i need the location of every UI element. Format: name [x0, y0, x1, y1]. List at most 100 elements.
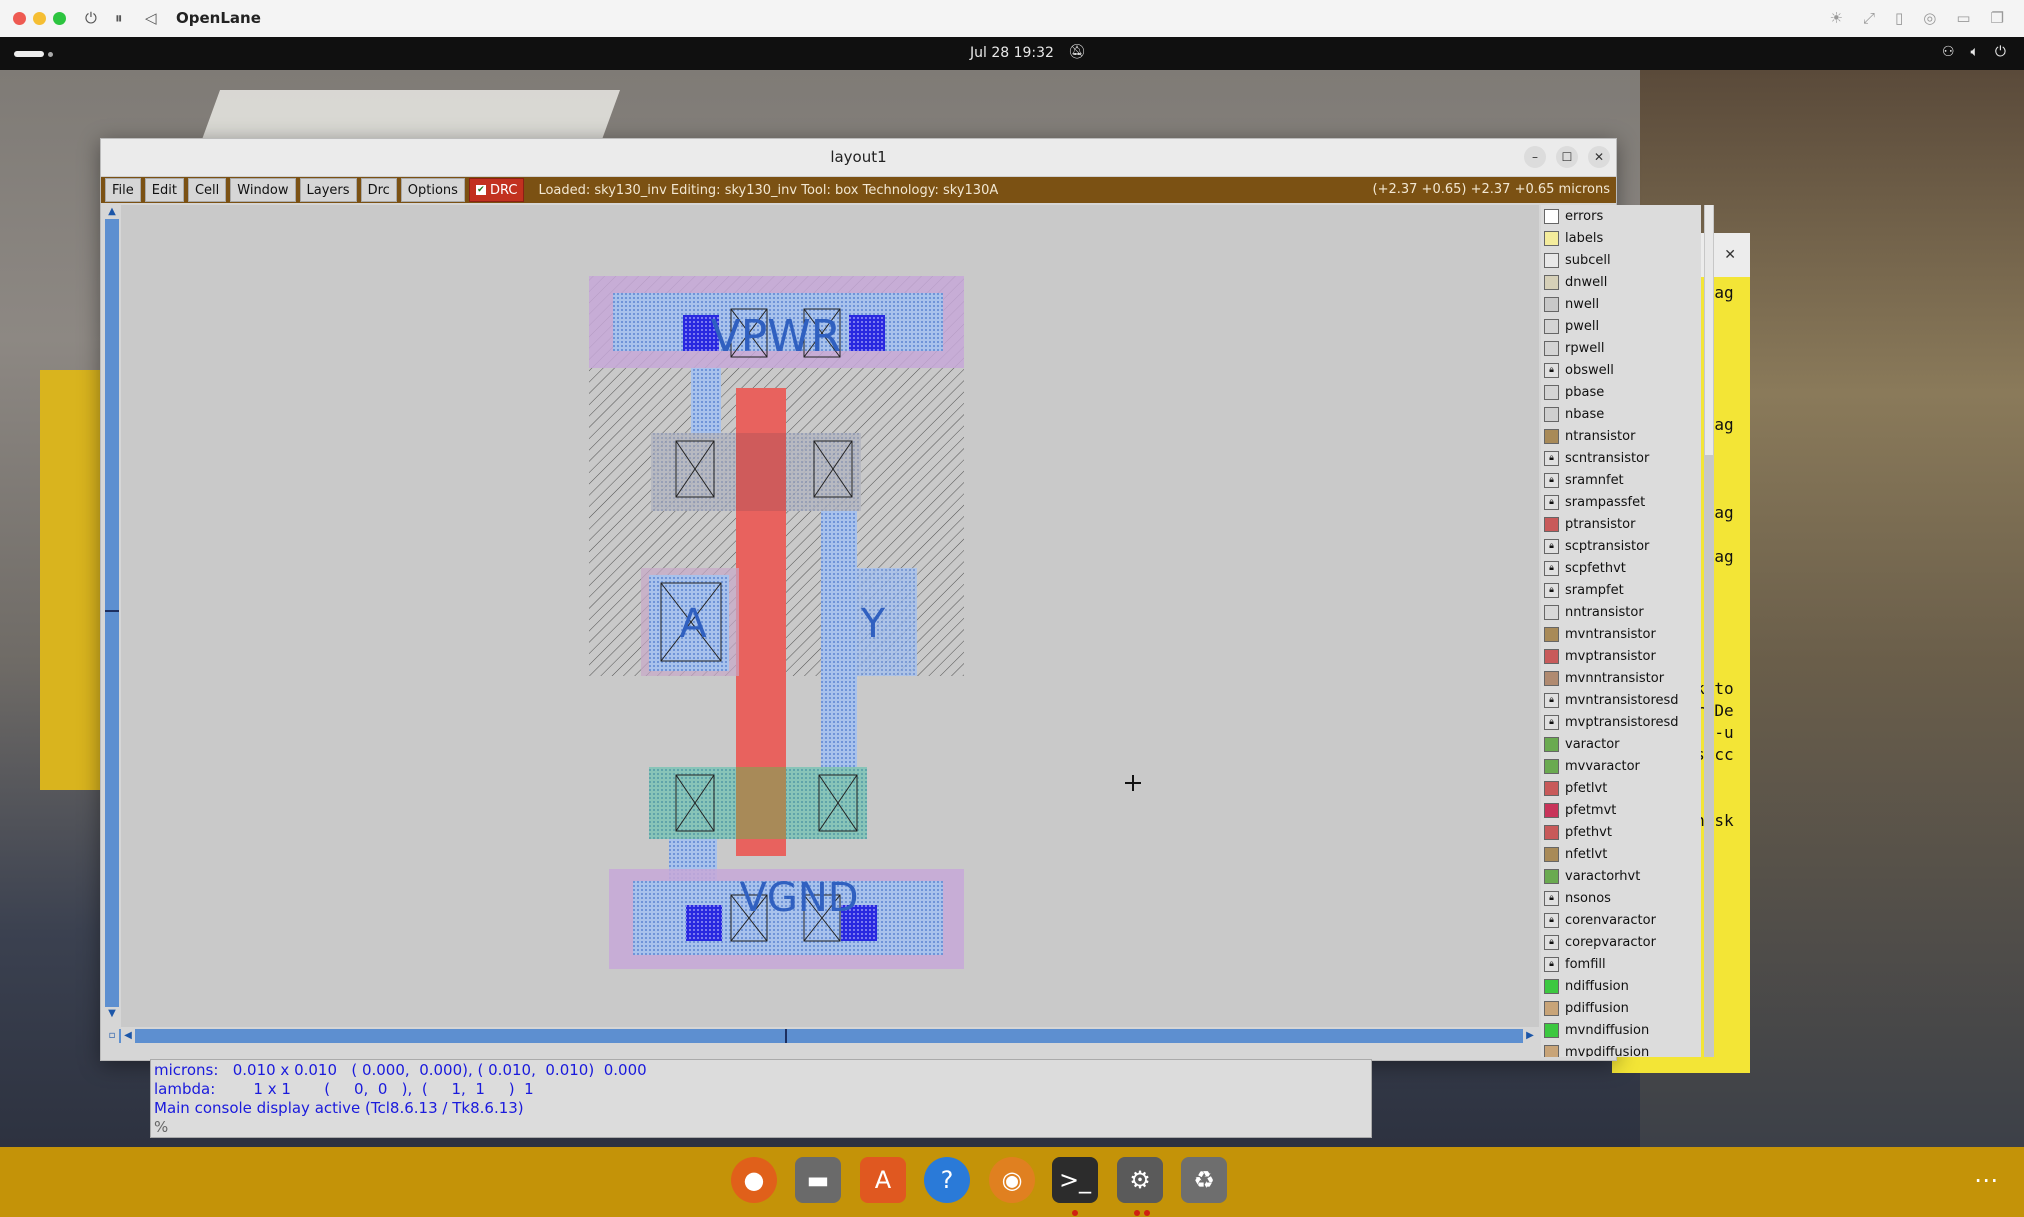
layout-window[interactable]: layout1 – ☐ ✕ File Edit Cell Window Laye… [100, 138, 1714, 1061]
layout-drawing[interactable]: VPWR A Y VGND [121, 205, 1539, 1027]
scroll-left-icon[interactable]: ◀ [121, 1029, 135, 1043]
layer-corepvaractor[interactable]: 🔒︎ corepvaractor [1541, 931, 1701, 953]
clock[interactable]: Jul 28 19:32 [970, 45, 1054, 61]
layer-ntransistor[interactable]: ntransistor [1541, 425, 1701, 447]
menu-cell[interactable]: Cell [187, 178, 227, 202]
maximize-icon[interactable]: ☐ [1556, 146, 1578, 168]
layer-corenvaractor[interactable]: 🔒︎ corenvaractor [1541, 909, 1701, 931]
layer-ndiffusion[interactable]: ndiffusion [1541, 975, 1701, 997]
layer-varactor[interactable]: varactor [1541, 733, 1701, 755]
window-titlebar[interactable]: layout1 – ☐ ✕ [101, 139, 1616, 177]
layer-label: labels [1565, 230, 1604, 246]
menu-edit[interactable]: Edit [144, 178, 184, 202]
layer-swatch [1544, 1022, 1559, 1038]
layer-swatch [1544, 824, 1559, 840]
help-icon[interactable]: ? [924, 1157, 970, 1203]
vertical-scrollbar[interactable]: ▲ ▼ [105, 205, 119, 1021]
workspace-indicator[interactable] [14, 51, 44, 57]
layer-ptransistor[interactable]: ptransistor [1541, 513, 1701, 535]
layer-mvvaractor[interactable]: mvvaractor [1541, 755, 1701, 777]
layer-scntransistor[interactable]: 🔒︎ scntransistor [1541, 447, 1701, 469]
resize-icon[interactable]: ⤢ [1863, 9, 1875, 27]
layer-subcell[interactable]: subcell [1541, 249, 1701, 271]
brightness-icon[interactable]: ☀ [1830, 9, 1843, 27]
layer-nntransistor[interactable]: nntransistor [1541, 601, 1701, 623]
layer-srampfet[interactable]: 🔒︎ srampfet [1541, 579, 1701, 601]
scroll-corner-icon[interactable]: ▫ [105, 1029, 119, 1043]
windows-icon[interactable]: ❐ [1991, 9, 2004, 27]
layer-pwell[interactable]: pwell [1541, 315, 1701, 337]
layer-pbase[interactable]: pbase [1541, 381, 1701, 403]
layer-swatch [1544, 406, 1559, 422]
camera-icon[interactable]: ◎ [1923, 9, 1936, 27]
power-menu-icon[interactable]: ⏻ [1995, 44, 2006, 60]
show-apps-icon[interactable]: ⋯ [1963, 1157, 2009, 1203]
layer-labels[interactable]: labels [1541, 227, 1701, 249]
network-icon[interactable]: ⚇ [1942, 44, 1955, 60]
volume-icon[interactable]: 🔈︎ [1971, 44, 1979, 60]
power-icon[interactable]: ⏻ [85, 9, 97, 27]
layer-palette[interactable]: errors labels subcell dnwell nwell pwell rpwel… [1541, 205, 1701, 1057]
layer-pfetmvt[interactable]: pfetmvt [1541, 799, 1701, 821]
layer-mvntransistoresd[interactable]: 🔒︎ mvntransistoresd [1541, 689, 1701, 711]
layer-nbase[interactable]: nbase [1541, 403, 1701, 425]
menu-layers[interactable]: Layers [299, 178, 357, 202]
layer-mvnntransistor[interactable]: mvnntransistor [1541, 667, 1701, 689]
minimize-window-dot[interactable] [33, 12, 46, 25]
tcl-console[interactable]: microns: 0.010 x 0.010 ( 0.000, 0.000), … [150, 1059, 1372, 1138]
menu-file[interactable]: File [105, 178, 141, 202]
layer-scptransistor[interactable]: 🔒︎ scptransistor [1541, 535, 1701, 557]
scroll-down-icon[interactable]: ▼ [105, 1007, 119, 1021]
layer-pdiffusion[interactable]: pdiffusion [1541, 997, 1701, 1019]
layer-pfetlvt[interactable]: pfetlvt [1541, 777, 1701, 799]
layer-mvpdiffusion[interactable]: mvpdiffusion [1541, 1041, 1701, 1057]
blender-icon[interactable]: ◉ [989, 1157, 1035, 1203]
layer-fomfill[interactable]: 🔒︎ fomfill [1541, 953, 1701, 975]
files-icon[interactable]: ▬ [795, 1157, 841, 1203]
drc-toggle[interactable]: ✔ DRC [468, 178, 525, 202]
layer-nsonos[interactable]: 🔒︎ nsonos [1541, 887, 1701, 909]
layer-rpwell[interactable]: rpwell [1541, 337, 1701, 359]
layer-mvntransistor[interactable]: mvntransistor [1541, 623, 1701, 645]
layer-scpfethvt[interactable]: 🔒︎ scpfethvt [1541, 557, 1701, 579]
layer-nfetlvt[interactable]: nfetlvt [1541, 843, 1701, 865]
layer-label: mvndiffusion [1565, 1022, 1650, 1038]
layer-swatch [1544, 758, 1559, 774]
layer-swatch [1544, 1000, 1559, 1016]
layer-dnwell[interactable]: dnwell [1541, 271, 1701, 293]
menu-options[interactable]: Options [400, 178, 465, 202]
folder-icon[interactable]: ▭ [1956, 9, 1970, 27]
layer-nwell[interactable]: nwell [1541, 293, 1701, 315]
minimize-icon[interactable]: – [1524, 146, 1546, 168]
back-icon[interactable]: ◁ [145, 9, 157, 27]
usb-icon[interactable]: ▯ [1895, 9, 1903, 27]
layer-pfethvt[interactable]: pfethvt [1541, 821, 1701, 843]
layer-label: dnwell [1565, 274, 1608, 290]
horizontal-scrollbar[interactable]: ▫ ◀ ▶ [105, 1029, 1537, 1043]
close-icon[interactable]: ✕ [1724, 247, 1736, 263]
layer-mvndiffusion[interactable]: mvndiffusion [1541, 1019, 1701, 1041]
layer-scrollbar[interactable] [1704, 205, 1714, 1057]
close-icon[interactable]: ✕ [1588, 146, 1610, 168]
settings-icon[interactable]: ⚙ [1117, 1157, 1163, 1203]
scroll-right-icon[interactable]: ▶ [1523, 1029, 1537, 1043]
layer-srampassfet[interactable]: 🔒︎ srampassfet [1541, 491, 1701, 513]
pause-icon[interactable]: ⏸ [115, 9, 123, 27]
close-window-dot[interactable] [13, 12, 26, 25]
menu-window[interactable]: Window [230, 178, 296, 202]
menu-drc[interactable]: Drc [360, 178, 397, 202]
layer-sramnfet[interactable]: 🔒︎ sramnfet [1541, 469, 1701, 491]
firefox-icon[interactable]: ● [731, 1157, 777, 1203]
layer-mvptransistor[interactable]: mvptransistor [1541, 645, 1701, 667]
layer-obswell[interactable]: 🔒︎ obswell [1541, 359, 1701, 381]
layer-varactorhvt[interactable]: varactorhvt [1541, 865, 1701, 887]
terminal-icon[interactable]: >_ [1052, 1157, 1098, 1203]
layout-canvas[interactable]: VPWR A Y VGND [121, 205, 1539, 1027]
layer-errors[interactable]: errors [1541, 205, 1701, 227]
layer-mvptransistoresd[interactable]: 🔒︎ mvptransistoresd [1541, 711, 1701, 733]
app-center-icon[interactable]: A [860, 1157, 906, 1203]
maximize-window-dot[interactable] [53, 12, 66, 25]
scroll-up-icon[interactable]: ▲ [105, 205, 119, 219]
console-prompt[interactable]: % [154, 1118, 168, 1136]
trash-icon[interactable]: ♻ [1181, 1157, 1227, 1203]
